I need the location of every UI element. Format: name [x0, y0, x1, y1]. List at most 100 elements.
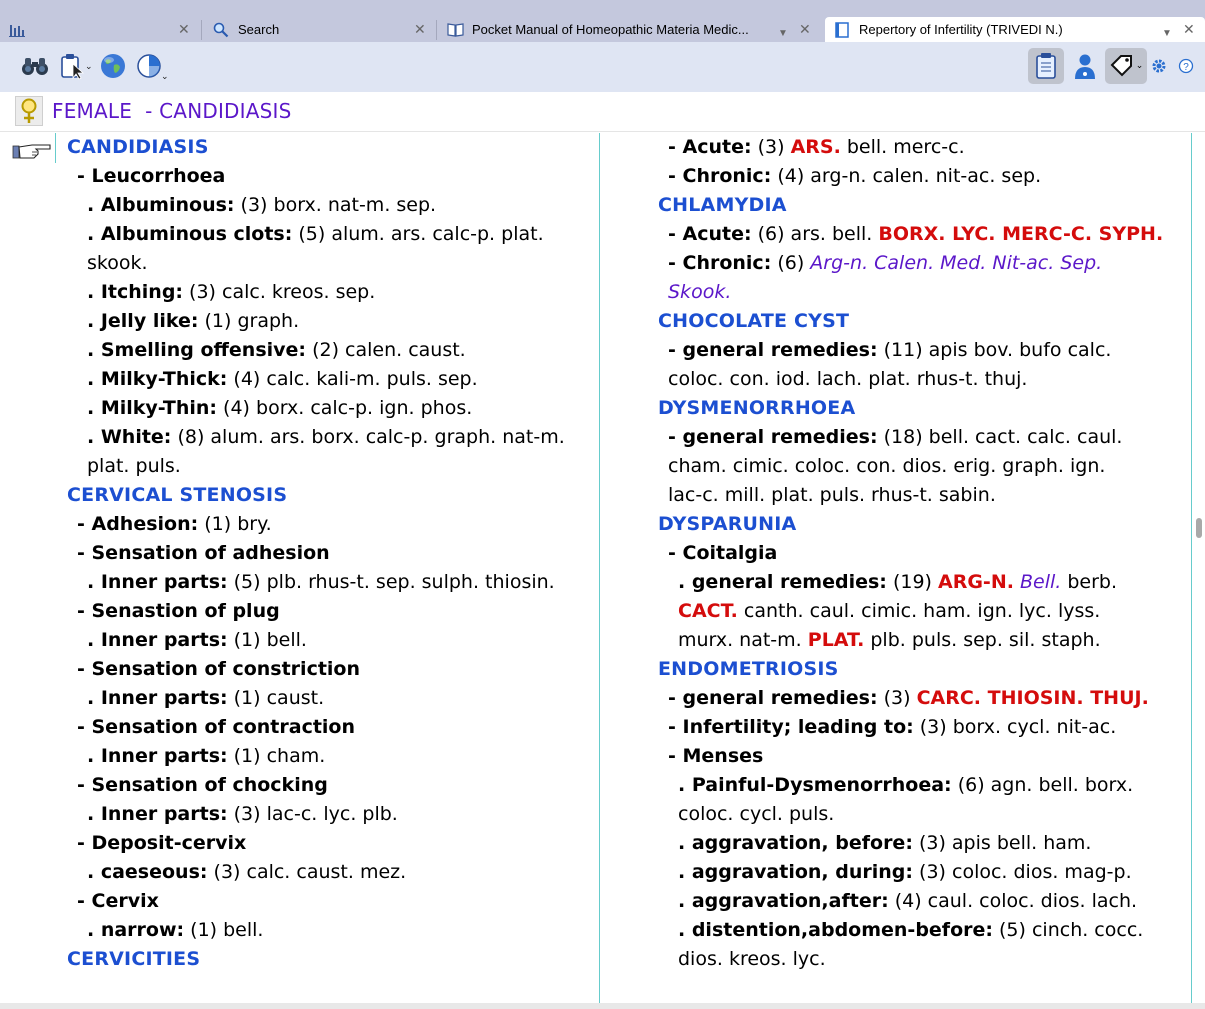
rubric-label[interactable]: - Cervix — [77, 890, 159, 912]
chevron-down-icon[interactable]: ▼ — [1162, 28, 1172, 39]
remedy-red[interactable]: CACT. — [678, 600, 738, 622]
rubric-entry[interactable]: . Inner parts: (1) caust. — [67, 684, 587, 713]
close-icon[interactable]: ✕ — [1183, 21, 1195, 38]
rubric-entry[interactable]: - Deposit-cervix — [67, 829, 587, 858]
rubric-heading[interactable]: CERVICITIES — [67, 945, 587, 974]
rubric-entry[interactable]: - Senastion of plug — [67, 597, 587, 626]
rubric-label[interactable]: - Coitalgia — [668, 542, 777, 564]
rubric-entry[interactable]: . Itching: (3) calc. kreos. sep. — [67, 278, 587, 307]
rubric-entry[interactable]: . aggravation,after: (4) caul. coloc. di… — [658, 887, 1178, 916]
rubric-entry[interactable]: - general remedies: (3) CARC. THIOSIN. T… — [658, 684, 1178, 713]
rubric-label[interactable]: - general remedies: — [668, 687, 878, 709]
rubric-label[interactable]: . Painful-Dysmenorrhoea: — [678, 774, 952, 796]
chevron-down-icon[interactable]: ⌄ — [161, 72, 169, 82]
rubric-label[interactable]: - Deposit-cervix — [77, 832, 246, 854]
rubric-entry[interactable]: . Inner parts: (1) bell. — [67, 626, 587, 655]
rubric-label[interactable]: . Inner parts: — [87, 745, 228, 767]
rubric-entry[interactable]: . caeseous: (3) calc. caust. mez. — [67, 858, 587, 887]
rubric-entry[interactable]: - general remedies: (11) apis bov. bufo … — [658, 336, 1178, 394]
remedy-red[interactable]: CARC. THIOSIN. THUJ. — [917, 687, 1149, 709]
rubric-entry[interactable]: . distention,abdomen-before: (5) cinch. … — [658, 916, 1178, 974]
rubric-entry[interactable]: - Sensation of chocking — [67, 771, 587, 800]
rubric-entry[interactable]: . Painful-Dysmenorrhoea: (6) agn. bell. … — [658, 771, 1178, 829]
rubric-entry[interactable]: - Chronic: (4) arg-n. calen. nit-ac. sep… — [658, 162, 1178, 191]
close-icon[interactable]: ✕ — [799, 21, 811, 38]
gear-icon[interactable] — [1145, 50, 1173, 82]
chevron-down-icon[interactable]: ▼ — [778, 28, 788, 39]
close-icon[interactable]: ✕ — [414, 21, 426, 38]
remedy-red[interactable]: ARS. — [791, 136, 841, 158]
venus-icon[interactable] — [15, 96, 43, 126]
rubric-label[interactable]: - Infertility; leading to: — [668, 716, 914, 738]
rubric-heading[interactable]: CERVICAL STENOSIS — [67, 481, 587, 510]
rubric-label[interactable]: - Sensation of adhesion — [77, 542, 330, 564]
rubric-label[interactable]: - general remedies: — [668, 426, 878, 448]
rubric-label[interactable]: - Leucorrhoea — [77, 165, 225, 187]
pointing-hand-icon[interactable] — [12, 137, 52, 165]
rubric-entry[interactable]: . Jelly like: (1) graph. — [67, 307, 587, 336]
rubric-entry[interactable]: - Infertility; leading to: (3) borx. cyc… — [658, 713, 1178, 742]
rubric-entry[interactable]: . narrow: (1) bell. — [67, 916, 587, 945]
rubric-label[interactable]: . Inner parts: — [87, 571, 228, 593]
rubric-entry[interactable]: . Milky-Thick: (4) calc. kali-m. puls. s… — [67, 365, 587, 394]
rubric-label[interactable]: - Sensation of constriction — [77, 658, 360, 680]
rubric-entry[interactable]: . aggravation, before: (3) apis bell. ha… — [658, 829, 1178, 858]
help-icon[interactable]: ? — [1172, 50, 1200, 82]
rubric-heading[interactable]: CANDIDIASIS — [67, 133, 587, 162]
rubric-entry[interactable]: . Albuminous clots: (5) alum. ars. calc-… — [67, 220, 587, 278]
rubric-entry[interactable]: . Milky-Thin: (4) borx. calc-p. ign. pho… — [67, 394, 587, 423]
rubric-entry[interactable]: - Acute: (3) ARS. bell. merc-c. — [658, 133, 1178, 162]
rubric-label[interactable]: - Adhesion: — [77, 513, 198, 535]
rubric-heading[interactable]: CHOCOLATE CYST — [658, 307, 1178, 336]
rubric-entry[interactable]: - Chronic: (6) Arg-n. Calen. Med. Nit-ac… — [658, 249, 1178, 307]
rubric-label[interactable]: - general remedies: — [668, 339, 878, 361]
globe-icon[interactable] — [97, 50, 129, 82]
rubric-label[interactable]: . Albuminous clots: — [87, 223, 292, 245]
rubric-label[interactable]: - Sensation of chocking — [77, 774, 328, 796]
clipboard-cursor-icon[interactable] — [56, 50, 88, 82]
rubric-entry[interactable]: - general remedies: (18) bell. cact. cal… — [658, 423, 1178, 510]
rubric-entry[interactable]: - Sensation of contraction — [67, 713, 587, 742]
rubric-label[interactable]: - Menses — [668, 745, 763, 767]
rubric-entry[interactable]: - Adhesion: (1) bry. — [67, 510, 587, 539]
rubric-label[interactable]: - Chronic: — [668, 165, 771, 187]
rubric-heading[interactable]: ENDOMETRIOSIS — [658, 655, 1178, 684]
rubric-heading[interactable]: CHLAMYDIA — [658, 191, 1178, 220]
tab-repertory-infertility[interactable]: Repertory of Infertility (TRIVEDI N.) ▼ … — [825, 17, 1205, 42]
close-icon[interactable]: ✕ — [178, 21, 190, 38]
rubric-entry[interactable]: - Menses — [658, 742, 1178, 771]
rubric-label[interactable]: - Sensation of contraction — [77, 716, 355, 738]
remedy-purple[interactable]: Bell. — [1020, 571, 1061, 593]
rubric-label[interactable]: . distention,abdomen-before: — [678, 919, 993, 941]
rubric-label[interactable]: . Milky-Thick: — [87, 368, 227, 390]
rubric-label[interactable]: . Itching: — [87, 281, 183, 303]
rubric-label[interactable]: . Inner parts: — [87, 803, 228, 825]
rubric-label[interactable]: . aggravation, before: — [678, 832, 913, 854]
rubric-label[interactable]: . Inner parts: — [87, 629, 228, 651]
rubric-entry[interactable]: . White: (8) alum. ars. borx. calc-p. gr… — [67, 423, 587, 481]
tab-pocket-manual[interactable]: Pocket Manual of Homeopathic Materia Med… — [446, 17, 816, 42]
rubric-label[interactable]: . caeseous: — [87, 861, 208, 883]
rubric-entry[interactable]: . general remedies: (19) ARG-N. Bell. be… — [658, 568, 1178, 655]
remedy-red[interactable]: ARG-N. — [938, 571, 1014, 593]
rubric-label[interactable]: - Acute: — [668, 223, 752, 245]
rubric-entry[interactable]: - Coitalgia — [658, 539, 1178, 568]
rubric-label[interactable]: . White: — [87, 426, 171, 448]
rubric-heading[interactable]: DYSPARUNIA — [658, 510, 1178, 539]
rubric-entry[interactable]: - Cervix — [67, 887, 587, 916]
rubric-label[interactable]: . Smelling offensive: — [87, 339, 306, 361]
clipboard-list-icon[interactable] — [1028, 48, 1064, 84]
rubric-label[interactable]: . Inner parts: — [87, 687, 228, 709]
rubric-entry[interactable]: . Inner parts: (1) cham. — [67, 742, 587, 771]
remedy-purple[interactable]: Arg-n. Calen. Med. Nit-ac. Sep. — [810, 252, 1102, 274]
tab-search[interactable]: Search ✕ — [212, 17, 432, 42]
doctor-icon[interactable] — [1069, 50, 1101, 82]
chevron-down-icon[interactable]: ⌄ — [85, 62, 93, 72]
rubric-label[interactable]: . Jelly like: — [87, 310, 198, 332]
tab-charts[interactable]: ✕ — [8, 17, 198, 42]
binoculars-icon[interactable] — [19, 50, 51, 82]
rubric-entry[interactable]: . Inner parts: (3) lac-c. lyc. plb. — [67, 800, 587, 829]
tag-icon[interactable]: ⌄ — [1105, 48, 1147, 84]
rubric-entry[interactable]: - Sensation of constriction — [67, 655, 587, 684]
rubric-label[interactable]: - Acute: — [668, 136, 752, 158]
